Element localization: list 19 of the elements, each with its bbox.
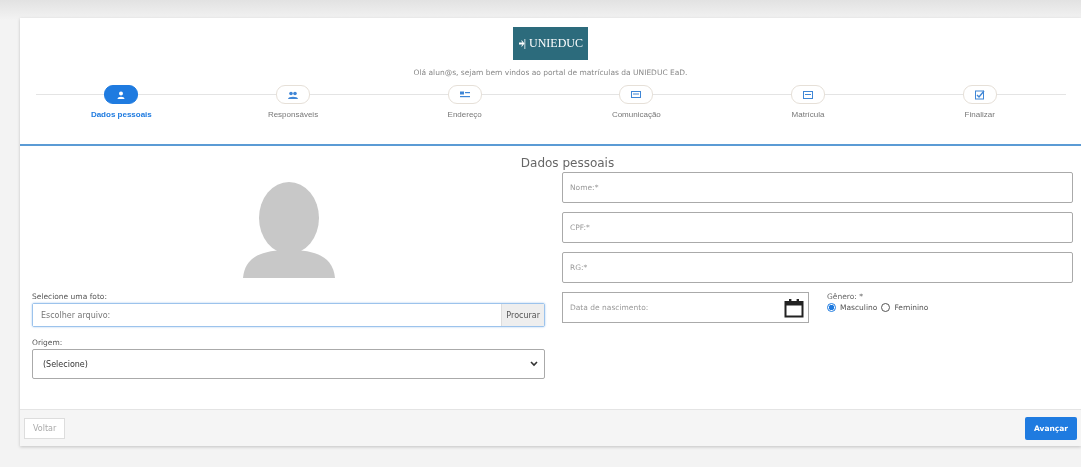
browse-button[interactable]: Procurar [501,304,544,326]
logo-text: UNIEDUC [529,36,583,51]
step-tab[interactable]: Finalizar [893,85,1066,119]
origin-select[interactable]: (Selecione) [32,349,545,379]
step-tab[interactable]: Comunicação [550,85,723,119]
calendar-icon [784,297,804,318]
id-card-icon [803,90,813,99]
chevron-icon [530,361,538,367]
checkbox-icon [974,89,985,100]
file-field[interactable]: Escolher arquivo: Procurar [32,303,545,327]
step-tab[interactable]: Dados pessoais [35,85,208,119]
step-tab[interactable]: Endereço [378,85,551,119]
section-title: Dados pessoais [519,156,616,170]
step-tab[interactable]: Matrícula [722,85,894,119]
message-icon [631,90,642,99]
address-card-icon [459,90,470,99]
step-tab[interactable]: Responsáveis [207,85,379,119]
person-icon [117,90,126,99]
group-icon [288,90,298,99]
